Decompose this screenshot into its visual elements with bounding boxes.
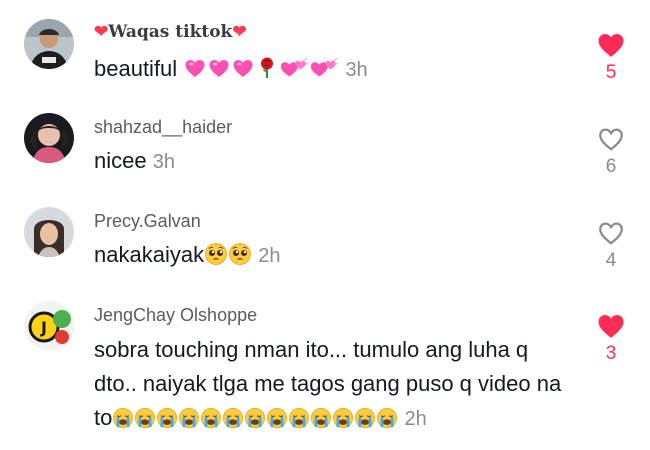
rose-emoji-icon [255,56,279,80]
like-count: 3 [605,343,617,364]
comment-time: 2h [258,245,281,267]
heart-outline-icon [596,218,626,248]
pink-heart-emoji-icon [231,56,255,80]
loudly-crying-face-emoji-icon [376,407,398,429]
pleading-face-emoji-icon [228,242,252,266]
loudly-crying-face-emoji-icon [112,407,134,429]
like-button[interactable]: 5 [594,30,628,84]
comment-username[interactable]: ❤Waqas tiktok❤ [94,22,247,42]
comment-text: nakakaiyak 2h [94,242,281,267]
loudly-crying-face-emoji-icon [244,407,266,429]
avatar[interactable] [24,207,74,257]
loudly-crying-face-emoji-icon [266,407,288,429]
heart-filled-icon [596,30,626,60]
loudly-crying-face-emoji-icon [354,407,376,429]
two-hearts-emoji-icon [309,56,339,80]
like-count: 4 [605,250,617,271]
pink-heart-emoji-icon [207,56,231,80]
like-count: 6 [605,156,617,177]
heart-filled-icon [596,311,626,341]
pleading-face-emoji-icon [204,242,228,266]
loudly-crying-face-emoji-icon [200,407,222,429]
avatar[interactable]: J [24,301,74,351]
like-count: 5 [605,62,617,83]
two-hearts-emoji-icon [279,56,309,80]
comment-text: beautiful 3h [94,56,368,81]
loudly-crying-face-emoji-icon [178,407,200,429]
heart-emoji-icon: ❤ [232,22,247,42]
comment-text: sobra touching nman ito... tumulo ang lu… [94,337,562,430]
avatar[interactable] [24,19,74,69]
comment-time: 3h [345,59,368,81]
comment-username[interactable]: JengChay Olshoppe [94,305,257,326]
svg-text:J: J [40,318,47,337]
comment-username[interactable]: shahzad__haider [94,117,232,138]
comment-text: nicee 3h [94,148,175,173]
like-button[interactable]: 4 [594,218,628,272]
heart-emoji-icon: ❤ [94,22,109,42]
comment-username[interactable]: Precy.Galvan [94,211,201,232]
loudly-crying-face-emoji-icon [332,407,354,429]
loudly-crying-face-emoji-icon [310,407,332,429]
comment-time: 2h [404,408,427,430]
loudly-crying-face-emoji-icon [288,407,310,429]
loudly-crying-face-emoji-icon [156,407,178,429]
like-button[interactable]: 3 [594,311,628,365]
comment-time: 3h [152,151,175,173]
heart-outline-icon [596,124,626,154]
loudly-crying-face-emoji-icon [222,407,244,429]
like-button[interactable]: 6 [594,124,628,178]
loudly-crying-face-emoji-icon [134,407,156,429]
pink-heart-emoji-icon [183,56,207,80]
avatar[interactable] [24,113,74,163]
